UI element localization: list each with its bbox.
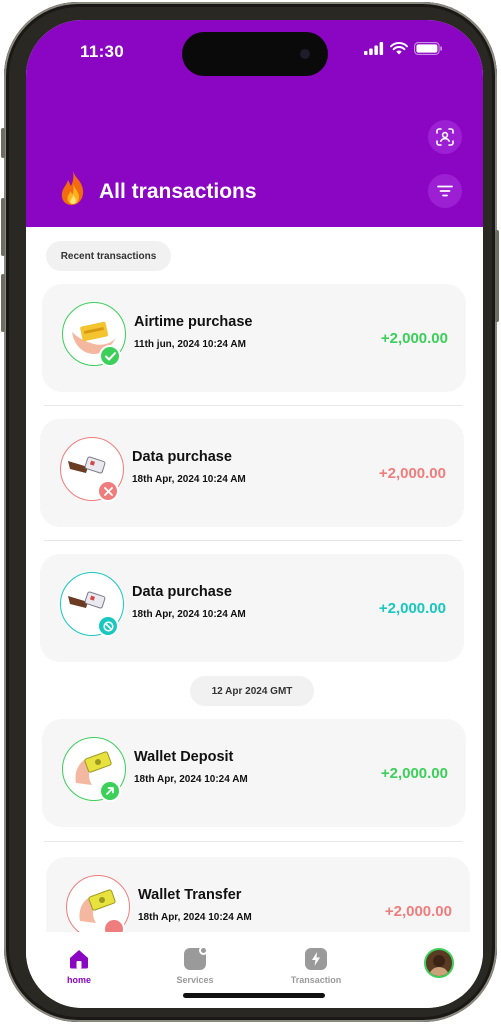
page-title: All transactions	[99, 180, 257, 203]
transaction-thumbnail	[66, 875, 130, 940]
transaction-card[interactable]: Wallet Deposit 18th Apr, 2024 10:24 AM +…	[42, 719, 466, 827]
transaction-amount: +2,000.00	[380, 765, 448, 782]
transaction-title: Wallet Transfer	[138, 887, 242, 903]
transaction-card[interactable]: Airtime purchase 11th jun, 2024 10:24 AM…	[42, 284, 466, 392]
transaction-thumbnail	[62, 302, 126, 367]
divider	[44, 405, 462, 406]
arrow-up-right-icon	[106, 787, 114, 795]
tab-label: Transaction	[290, 975, 342, 985]
screen: 11:30 All transactions Recent transactio…	[26, 20, 483, 1008]
success-badge	[99, 345, 121, 367]
face-scan-icon	[436, 128, 454, 146]
filter-button[interactable]	[428, 174, 462, 208]
transaction-amount: +2,000.00	[378, 465, 446, 482]
tab-label: Services	[176, 975, 214, 985]
app-header: 11:30 All transactions	[26, 20, 483, 227]
transaction-date: 11th jun, 2024 10:24 AM	[134, 339, 246, 350]
transaction-card[interactable]: Data purchase 18th Apr, 2024 10:24 AM +2…	[40, 419, 464, 527]
filter-icon	[437, 185, 453, 197]
tab-services[interactable]: Services	[160, 946, 230, 985]
transaction-amount: +2,000.00	[384, 903, 452, 920]
tab-home[interactable]: home	[44, 948, 114, 985]
cancelled-badge	[97, 615, 119, 637]
transaction-title: Data purchase	[132, 449, 232, 465]
fire-icon	[61, 171, 84, 205]
tab-profile[interactable]	[404, 948, 474, 978]
camera-icon	[300, 49, 310, 59]
section-label-date: 12 Apr 2024 GMT	[190, 676, 314, 706]
transaction-date: 18th Apr, 2024 10:24 AM	[132, 474, 246, 485]
transaction-thumbnail	[60, 572, 124, 637]
home-icon	[70, 950, 88, 969]
transaction-icon	[305, 948, 327, 970]
services-icon	[184, 946, 208, 970]
transaction-amount: +2,000.00	[380, 330, 448, 347]
divider	[44, 841, 462, 842]
phone-frame: 11:30 All transactions Recent transactio…	[1, 2, 499, 1022]
dynamic-island	[182, 32, 328, 76]
transaction-card[interactable]: Data purchase 18th Apr, 2024 10:24 AM +2…	[40, 554, 464, 662]
transaction-date: 18th Apr, 2024 10:24 AM	[138, 912, 252, 923]
failed-badge	[97, 480, 119, 502]
bolt-icon	[312, 952, 320, 966]
home-indicator	[183, 993, 325, 998]
block-icon	[102, 620, 114, 632]
deposit-badge	[99, 780, 121, 802]
transaction-thumbnail	[60, 437, 124, 502]
power-button	[495, 230, 499, 322]
close-icon	[103, 486, 113, 496]
check-icon	[104, 351, 116, 360]
status-time: 11:30	[80, 42, 125, 61]
transaction-date: 18th Apr, 2024 10:24 AM	[134, 774, 248, 785]
transaction-title: Wallet Deposit	[134, 749, 234, 765]
wifi-icon	[390, 42, 408, 55]
profile-avatar	[424, 948, 454, 978]
mute-switch	[1, 128, 5, 158]
tab-transaction[interactable]: Transaction	[281, 948, 351, 985]
transaction-amount: +2,000.00	[378, 600, 446, 617]
face-scan-button[interactable]	[428, 120, 462, 154]
signal-icon	[364, 42, 384, 55]
transaction-title: Airtime purchase	[134, 314, 253, 330]
volume-up-button	[1, 198, 5, 256]
divider	[44, 540, 462, 541]
status-icons	[364, 42, 443, 55]
section-label-recent: Recent transactions	[46, 241, 171, 271]
battery-icon	[414, 42, 442, 55]
transaction-thumbnail	[62, 737, 126, 802]
volume-down-button	[1, 274, 5, 332]
transaction-date: 18th Apr, 2024 10:24 AM	[132, 609, 246, 620]
transaction-title: Data purchase	[132, 584, 232, 600]
tab-label: home	[66, 975, 91, 985]
